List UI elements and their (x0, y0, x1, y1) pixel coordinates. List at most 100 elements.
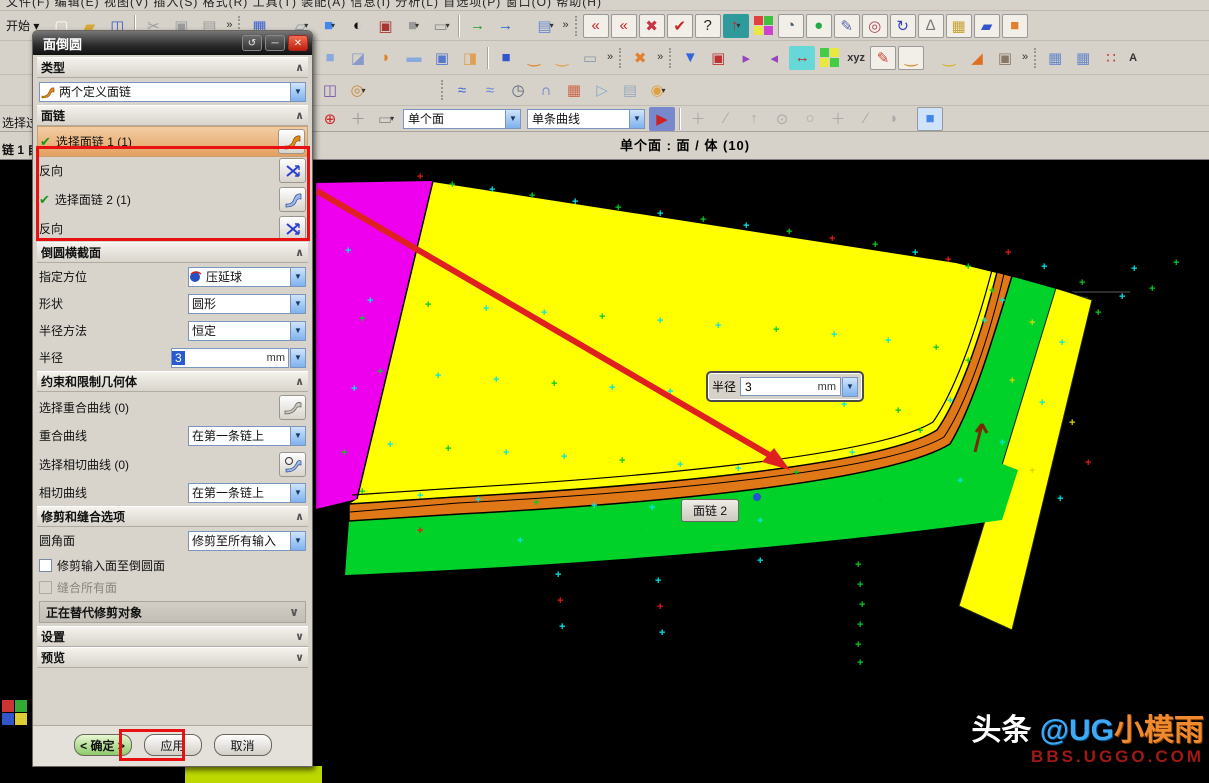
render-style-icon[interactable]: ◐ (344, 14, 370, 38)
snap-line-icon[interactable]: ∕ (853, 107, 879, 131)
toolbar-drag-handle[interactable] (441, 80, 445, 100)
chevron-down-icon[interactable]: ▼ (290, 427, 305, 445)
book-icon[interactable]: ▤ (617, 78, 643, 102)
section-trim[interactable]: 修剪和缝合选项 ∧ (37, 506, 308, 527)
list-stack-icon[interactable]: ▤▾ (532, 14, 558, 38)
toolbar-drag-handle[interactable] (1034, 48, 1038, 68)
shape-dropdown[interactable]: 圆形 ▼ (188, 294, 306, 314)
radius-method-dropdown[interactable]: 恒定 ▼ (188, 321, 306, 341)
apply-button[interactable]: 应用 (144, 734, 202, 756)
deviation-icon[interactable]: ✖ (639, 14, 665, 38)
fillet-yellow-icon[interactable]: ‿ (936, 46, 962, 70)
snap-plus-icon[interactable]: ＋ (825, 107, 851, 131)
face-chain-2-button[interactable] (279, 187, 306, 212)
chevron-down-icon[interactable]: ▾ (304, 21, 308, 30)
block-icon[interactable]: ■ (317, 46, 343, 70)
move-face-left-icon[interactable]: ◂ (761, 46, 787, 70)
surface-wave2-icon[interactable]: ≈ (477, 78, 503, 102)
face-analysis-palette-icon[interactable] (754, 16, 773, 35)
pad-icon[interactable]: ▬ (401, 46, 427, 70)
trim-input-faces-checkbox[interactable] (39, 559, 52, 572)
analysis-kk1-icon[interactable]: « (583, 14, 609, 38)
face-blend-icon[interactable]: ‿ (521, 46, 547, 70)
wireframe-cube-icon[interactable]: ▣ (372, 14, 398, 38)
ramp-icon[interactable]: ◢ (964, 46, 990, 70)
type-filter-dropdown[interactable]: 单个面▼ (403, 109, 521, 129)
face-chain-1-button[interactable] (278, 129, 305, 154)
cancel-button[interactable]: 取消 (214, 734, 272, 756)
chevron-down-icon[interactable]: ▼ (629, 110, 644, 128)
blend-type-dropdown[interactable]: 两个定义面链 ▼ (39, 82, 306, 102)
reverse-direction-1-button[interactable] (279, 158, 306, 183)
chevron-down-icon[interactable]: ▾ (362, 86, 366, 95)
toolbar-drag-handle[interactable] (619, 48, 623, 68)
extrude-green-icon[interactable]: → (464, 14, 490, 38)
roll-surface-icon[interactable]: ◉▾ (645, 78, 671, 102)
tangent-curve-dropdown[interactable]: 在第一条链上 ▼ (188, 483, 306, 503)
chevron-down-icon[interactable]: ▼ (290, 295, 305, 313)
boolean-unite-icon[interactable]: ✖ (627, 46, 653, 70)
wire-box-icon[interactable]: ▦ (946, 14, 972, 38)
rotate-axis-icon[interactable]: ↻ (890, 14, 916, 38)
chevron-down-icon[interactable]: ▾ (331, 21, 335, 30)
toolbar-drag-handle[interactable] (669, 48, 673, 68)
select-coincident-curve-button[interactable] (279, 395, 306, 420)
table1-icon[interactable]: ▦ (1042, 46, 1068, 70)
pocket-icon[interactable]: ▣ (429, 46, 455, 70)
table2-icon[interactable]: ▦ (1070, 46, 1096, 70)
mirror-icon[interactable]: ∆ (918, 14, 944, 38)
overflow-feature-icon[interactable]: » (604, 53, 616, 62)
plane-icon[interactable]: ▰ (974, 14, 1000, 38)
overflow-surface-icon[interactable]: » (1019, 53, 1031, 62)
blocks-icon[interactable]: ∷ (1098, 46, 1124, 70)
edge-blend-icon[interactable]: ‿ (549, 46, 575, 70)
radius-widget-options-button[interactable]: ▼ (842, 377, 858, 397)
radius-onscreen-input[interactable]: 3 mm (740, 377, 841, 396)
dome-surface-icon[interactable]: ∩ (533, 78, 559, 102)
snap-point-icon[interactable]: ⊕ (317, 107, 343, 131)
toolbar-drag-handle[interactable] (575, 16, 579, 36)
overlap-squares-icon[interactable]: ▣ (992, 46, 1018, 70)
section-face-chain[interactable]: 面链 ∧ (37, 105, 308, 126)
snap-move-icon[interactable]: ＋ (685, 107, 711, 131)
dialog-title-bar[interactable]: 面倒圆 ↺ ─ ✕ (33, 31, 312, 55)
examine-geometry-icon[interactable]: ✎ (834, 14, 860, 38)
overflow-standard-icon[interactable]: » (223, 21, 235, 30)
select-face-chain-2-row[interactable]: ✔ 选择面链 2 (1) (37, 184, 308, 215)
overflow-view-icon[interactable]: » (559, 21, 571, 30)
reverse-direction-2-button[interactable] (279, 216, 306, 241)
point-icon[interactable]: ▼ (677, 46, 703, 70)
select-tangent-curve-button[interactable] (279, 452, 306, 477)
section-preview[interactable]: 预览 ∨ (37, 647, 308, 668)
stop-at-intersection-icon[interactable]: ▶ (649, 107, 675, 131)
reset-icon[interactable]: ↺ (242, 35, 262, 51)
check-arrow-icon[interactable]: ✔ (667, 14, 693, 38)
section-constraints[interactable]: 约束和限制几何体 ∧ (37, 371, 308, 392)
menu-bar[interactable]: 文件(F) 编辑(E) 视图(V) 插入(S) 格式(R) 工具(T) 装配(A… (0, 0, 1209, 11)
view-rect-icon[interactable]: ▭▾ (428, 14, 454, 38)
clock-face-icon[interactable]: ◔ (778, 14, 804, 38)
slope-check-icon[interactable]: ? (695, 14, 721, 38)
chevron-down-icon[interactable]: ▼ (290, 83, 305, 101)
close-icon[interactable]: ✕ (288, 35, 308, 51)
orientation-dropdown[interactable]: 压延球 ▼ (188, 267, 306, 287)
overflow-boolean-icon[interactable]: » (654, 53, 666, 62)
section-cross[interactable]: 倒圆横截面 ∧ (37, 242, 308, 263)
box-white-icon[interactable]: ▭ (577, 46, 603, 70)
chevron-down-icon[interactable]: ▼ (290, 268, 305, 286)
section-view-icon[interactable]: ◫ (317, 78, 343, 102)
snap-midpoint-icon[interactable]: ↑ (741, 107, 767, 131)
curve-rule-dropdown[interactable]: 单条曲线▼ (527, 109, 645, 129)
chamfer-icon[interactable]: ◪ (345, 46, 371, 70)
select-face-chain-1-row[interactable]: ✔ 选择面链 1 (1) (37, 126, 308, 157)
grid-surface-icon[interactable]: ▦ (561, 78, 587, 102)
shell-icon[interactable]: ■ (493, 46, 519, 70)
radius-input[interactable]: 3 mm (171, 348, 289, 368)
sketch-check-icon[interactable]: ✎ (870, 46, 896, 70)
xyz-point-icon[interactable]: xyz (847, 52, 865, 64)
annotation-a-icon[interactable]: A (1129, 52, 1137, 64)
snap-arc-icon[interactable]: ◗ (881, 107, 907, 131)
extrude-blue-icon[interactable]: → (492, 14, 518, 38)
minimize-icon[interactable]: ─ (265, 35, 285, 51)
snap-circle-icon[interactable]: ○ (797, 107, 823, 131)
